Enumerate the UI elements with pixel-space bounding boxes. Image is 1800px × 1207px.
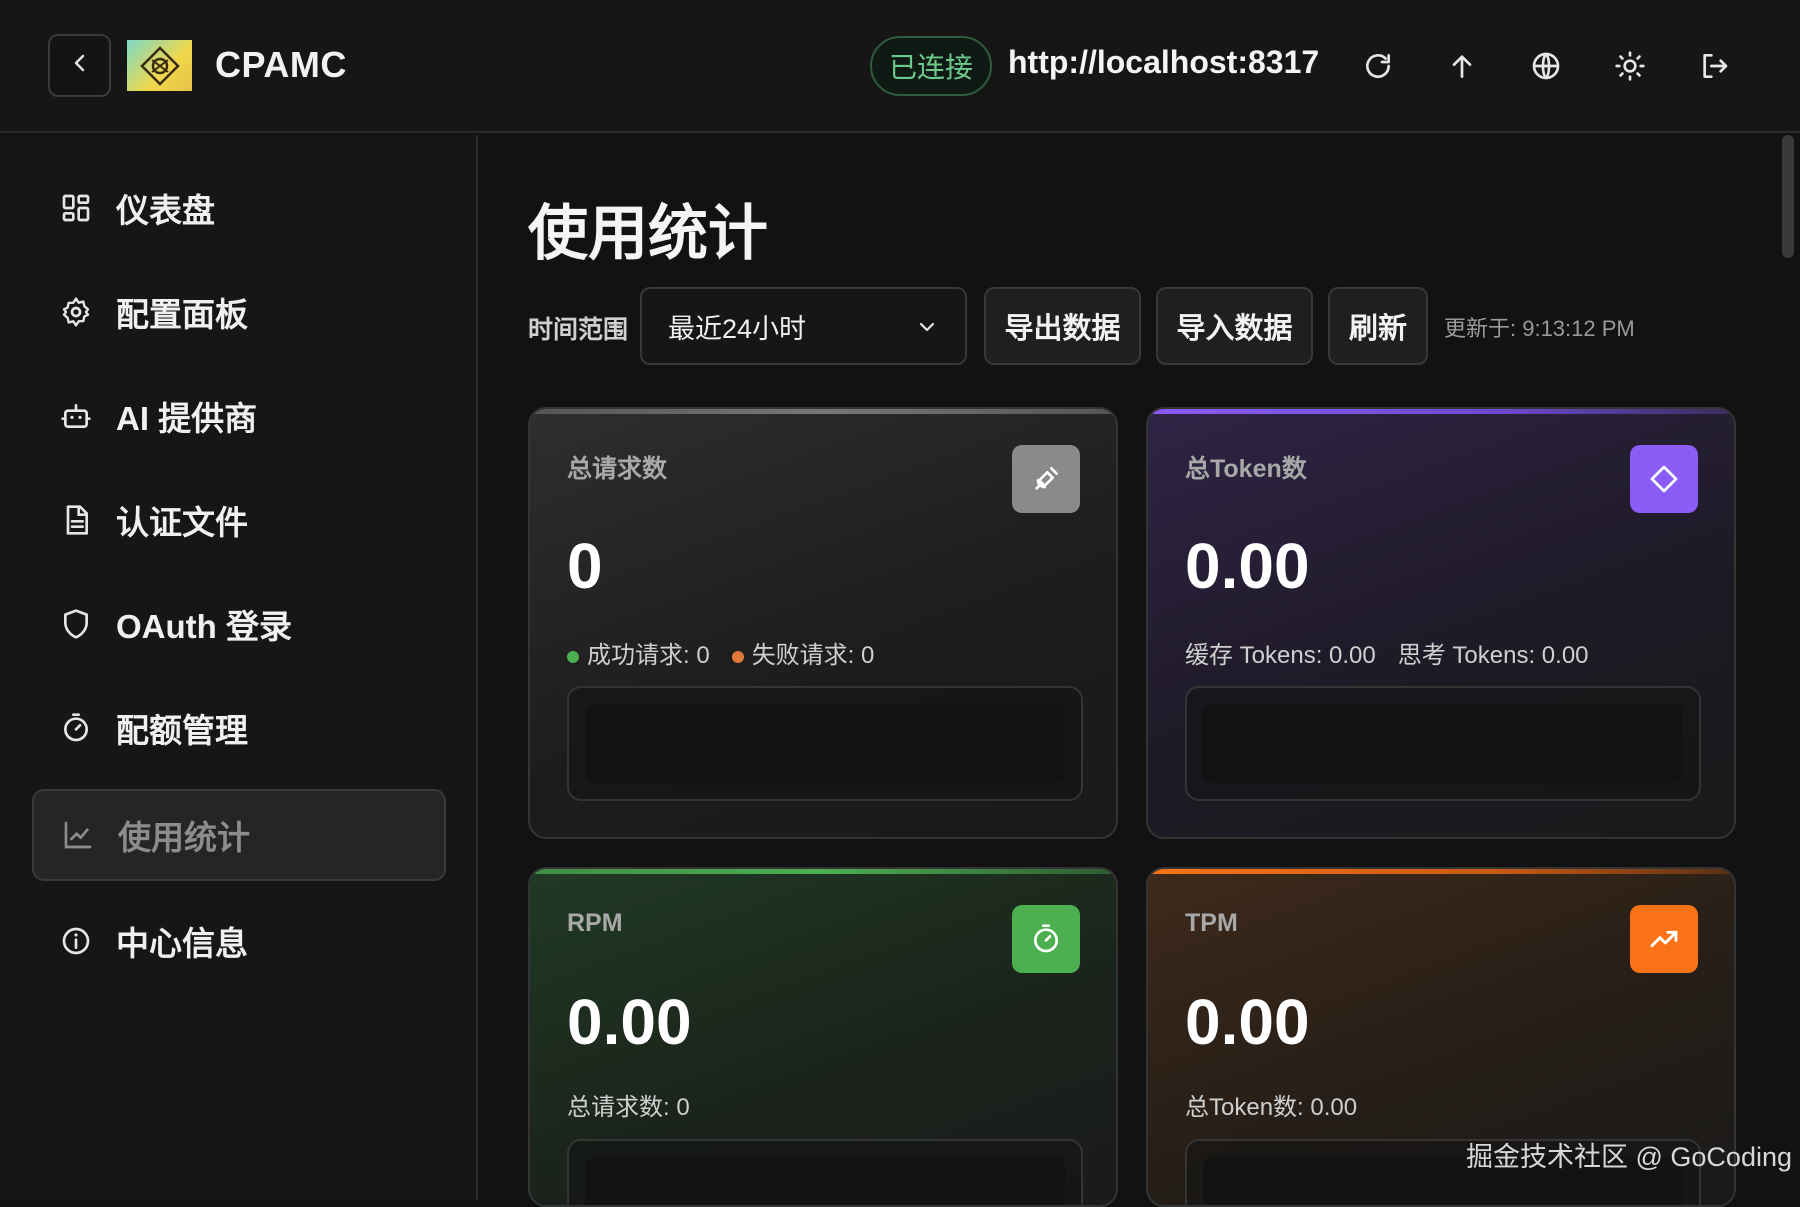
sparkline-container xyxy=(567,1139,1083,1205)
timer-icon xyxy=(1012,905,1080,973)
card-label: 总Token数 xyxy=(1185,455,1307,483)
chart-line-icon xyxy=(60,817,96,853)
app-logo xyxy=(127,40,192,91)
card-accent-bar xyxy=(530,869,1116,874)
sidebar-item-usage-stats[interactable]: 使用统计 xyxy=(32,789,446,881)
card-accent-bar xyxy=(530,409,1116,414)
sidebar-item-center-info[interactable]: 中心信息 xyxy=(32,895,446,987)
sidebar-item-label: 配额管理 xyxy=(116,712,248,749)
import-button[interactable]: 导入数据 xyxy=(1156,287,1313,365)
sparkline xyxy=(1203,704,1683,783)
card-value: 0.00 xyxy=(1185,986,1310,1058)
card-subtext: 成功请求: 0 失败请求: 0 xyxy=(567,635,874,670)
dashboard-icon xyxy=(58,190,94,226)
failed-dot xyxy=(731,650,744,663)
card-subtext: 缓存 Tokens: 0.00 思考 Tokens: 0.00 xyxy=(1185,635,1589,670)
main-content: 使用统计 时间范围 最近24小时 导出数据 导入数据 刷新 更新于: 9:13:… xyxy=(480,135,1780,1207)
failed-count-text: 失败请求: 0 xyxy=(751,642,875,669)
cached-tokens: 缓存 Tokens: 0.00 xyxy=(1185,642,1376,669)
time-range-label: 时间范围 xyxy=(528,316,629,344)
bot-icon xyxy=(58,398,94,434)
shield-icon xyxy=(58,606,94,642)
sidebar-item-oauth[interactable]: OAuth 登录 xyxy=(32,578,446,670)
sidebar: 仪表盘 配置面板 AI 提供商 认证文件 OAuth 登录 配额管理 使用统计 … xyxy=(0,135,478,1200)
connection-status-badge: 已连接 xyxy=(870,36,992,96)
sidebar-item-dashboard[interactable]: 仪表盘 xyxy=(32,162,446,254)
card-subtext: 总Token数: 0.00 xyxy=(1185,1094,1358,1121)
card-value: 0.00 xyxy=(1185,530,1310,602)
info-icon xyxy=(58,923,94,959)
sparkline-container xyxy=(1185,686,1701,801)
sidebar-item-quota[interactable]: 配额管理 xyxy=(32,682,446,774)
top-bar: CPAMC 已连接 http://localhost:8317 xyxy=(0,0,1800,133)
card-accent-bar xyxy=(1148,869,1734,874)
chevron-down-icon xyxy=(915,315,939,344)
export-button[interactable]: 导出数据 xyxy=(984,287,1141,365)
timer-icon xyxy=(58,710,94,746)
brand-name: CPAMC xyxy=(215,44,347,85)
rpm-card: RPM 0.00 总请求数: 0 xyxy=(528,867,1118,1207)
card-label: 总请求数 xyxy=(567,455,668,483)
file-icon xyxy=(58,502,94,538)
total-requests-card: 总请求数 0 成功请求: 0 失败请求: 0 xyxy=(528,407,1118,839)
time-range-select[interactable]: 最近24小时 xyxy=(640,287,967,365)
logout-icon[interactable] xyxy=(1692,44,1736,88)
card-subtext: 总请求数: 0 xyxy=(567,1094,690,1121)
connection-url: http://localhost:8317 xyxy=(1008,44,1320,80)
card-value: 0.00 xyxy=(567,986,692,1058)
sidebar-item-label: 中心信息 xyxy=(116,925,248,962)
satellite-icon xyxy=(1012,445,1080,513)
watermark: 掘金技术社区 @ GoCoding xyxy=(1466,1142,1792,1172)
sidebar-item-label: 仪表盘 xyxy=(116,192,215,229)
updated-timestamp: 更新于: 9:13:12 PM xyxy=(1444,316,1635,341)
sidebar-item-label: OAuth 登录 xyxy=(116,608,292,645)
success-dot xyxy=(567,650,579,663)
total-tokens-card: 总Token数 0.00 缓存 Tokens: 0.00 思考 Tokens: … xyxy=(1146,407,1736,839)
time-range-value: 最近24小时 xyxy=(668,313,807,344)
card-accent-bar xyxy=(1148,409,1734,414)
main-scrollbar[interactable] xyxy=(1782,135,1794,1200)
globe-icon[interactable] xyxy=(1524,44,1568,88)
success-count: 成功请求: 0 xyxy=(567,635,710,670)
sidebar-item-label: 使用统计 xyxy=(118,819,250,856)
card-label: TPM xyxy=(1185,909,1238,937)
refresh-button[interactable]: 刷新 xyxy=(1328,287,1428,365)
arrow-up-icon[interactable] xyxy=(1440,44,1484,88)
refresh-icon[interactable] xyxy=(1356,44,1400,88)
gear-icon xyxy=(58,294,94,330)
sparkline-container xyxy=(567,686,1083,801)
sun-icon[interactable] xyxy=(1608,44,1652,88)
card-value: 0 xyxy=(567,530,603,602)
sidebar-item-ai-providers[interactable]: AI 提供商 xyxy=(32,370,446,462)
scrollbar-thumb[interactable] xyxy=(1782,135,1794,258)
sidebar-item-label: AI 提供商 xyxy=(116,400,258,437)
card-label: RPM xyxy=(567,909,623,937)
sidebar-item-label: 认证文件 xyxy=(116,504,248,541)
reasoning-tokens: 思考 Tokens: 0.00 xyxy=(1397,642,1589,669)
page-title: 使用统计 xyxy=(528,200,768,267)
sidebar-item-auth-files[interactable]: 认证文件 xyxy=(32,474,446,566)
diamond-icon xyxy=(1630,445,1698,513)
chevron-left-icon xyxy=(68,51,92,80)
success-count-text: 成功请求: 0 xyxy=(587,642,710,669)
trending-up-icon xyxy=(1630,905,1698,973)
sidebar-item-label: 配置面板 xyxy=(116,296,248,333)
back-button[interactable] xyxy=(48,34,111,97)
sidebar-item-config[interactable]: 配置面板 xyxy=(32,266,446,358)
failed-count: 失败请求: 0 xyxy=(731,635,875,670)
sparkline xyxy=(585,704,1065,783)
